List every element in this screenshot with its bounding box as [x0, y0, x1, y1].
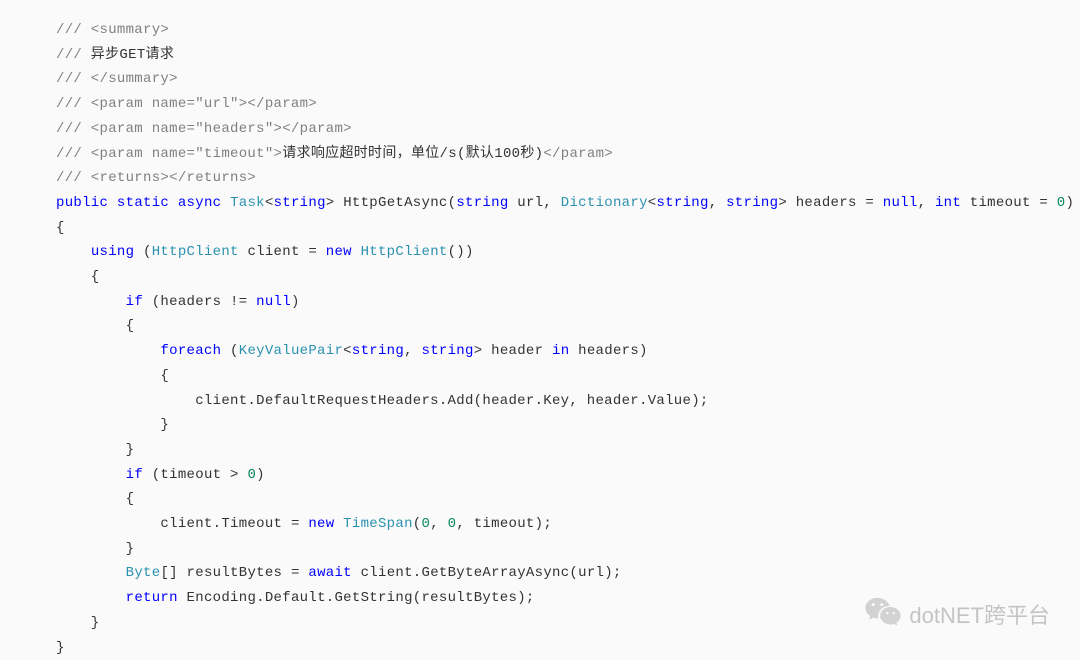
- brace: }: [56, 615, 100, 631]
- brace: }: [56, 442, 134, 458]
- xml-doc-line: /// <returns></returns>: [56, 170, 256, 186]
- expr: client.Timeout =: [160, 516, 308, 532]
- indent: [56, 343, 160, 359]
- paren: ): [1066, 195, 1075, 211]
- xml-doc-line: ///: [56, 47, 82, 63]
- comma: ,: [918, 195, 935, 211]
- num: 0: [448, 516, 457, 532]
- paren: (: [134, 244, 151, 260]
- xml-doc-text: 请求响应超时时间，单位/s(默认100秒): [282, 146, 543, 162]
- kw-await: await: [308, 565, 352, 581]
- num: 0: [422, 516, 431, 532]
- kw-in: in: [552, 343, 569, 359]
- paren: ): [291, 294, 300, 310]
- kw-if: if: [126, 467, 143, 483]
- type-byte: Byte: [126, 565, 161, 581]
- comma: ,: [404, 343, 421, 359]
- var: > header: [474, 343, 552, 359]
- indent: [56, 565, 126, 581]
- var: client =: [239, 244, 326, 260]
- brace: {: [56, 269, 100, 285]
- kw-foreach: foreach: [160, 343, 221, 359]
- expr: , timeout);: [456, 516, 552, 532]
- indent: [56, 590, 126, 606]
- expr: (timeout >: [143, 467, 247, 483]
- lt: <: [343, 343, 352, 359]
- xml-doc-line: /// <summary>: [56, 22, 169, 38]
- param: url,: [509, 195, 561, 211]
- param: > headers =: [778, 195, 882, 211]
- type-string: string: [726, 195, 778, 211]
- type-task: Task: [230, 195, 265, 211]
- kw-static: static: [117, 195, 169, 211]
- kw-public: public: [56, 195, 108, 211]
- brace: {: [56, 368, 169, 384]
- indent: [56, 244, 91, 260]
- type-timespan: TimeSpan: [343, 516, 413, 532]
- stmt: client.DefaultRequestHeaders.Add(header.…: [56, 393, 709, 409]
- indent: [56, 467, 126, 483]
- code-block: /// <summary> /// 异步GET请求 /// </summary>…: [56, 18, 1080, 660]
- type-httpclient: HttpClient: [152, 244, 239, 260]
- comma: ,: [430, 516, 447, 532]
- comma: ,: [709, 195, 726, 211]
- type-string: string: [422, 343, 474, 359]
- expr: Encoding.Default.GetString(resultBytes);: [178, 590, 535, 606]
- brace: {: [56, 318, 134, 334]
- type-string: string: [352, 343, 404, 359]
- kw-if: if: [126, 294, 143, 310]
- kw-null: null: [256, 294, 291, 310]
- brace: }: [56, 417, 169, 433]
- brace: }: [56, 541, 134, 557]
- param: timeout =: [961, 195, 1057, 211]
- num: 0: [247, 467, 256, 483]
- paren: (: [221, 343, 238, 359]
- indent: [56, 516, 160, 532]
- method-name: HttpGetAsync(: [335, 195, 457, 211]
- xml-doc-line: /// <param name="timeout">: [56, 146, 282, 162]
- kw-new: new: [326, 244, 352, 260]
- brace: {: [56, 491, 134, 507]
- space: [334, 516, 343, 532]
- type-kvp: KeyValuePair: [239, 343, 343, 359]
- expr: [] resultBytes =: [160, 565, 308, 581]
- kw-int: int: [935, 195, 961, 211]
- brace: }: [56, 640, 65, 656]
- type-dictionary: Dictionary: [561, 195, 648, 211]
- type-string: string: [274, 195, 326, 211]
- xml-doc-line: /// </summary>: [56, 71, 178, 87]
- kw-new: new: [308, 516, 334, 532]
- brace: {: [56, 220, 65, 236]
- kw-async: async: [178, 195, 222, 211]
- xml-doc-line: /// <param name="headers"></param>: [56, 121, 352, 137]
- var: headers): [569, 343, 647, 359]
- indent: [56, 294, 126, 310]
- space: [352, 244, 361, 260]
- paren: ): [256, 467, 265, 483]
- type-string: string: [656, 195, 708, 211]
- expr: (headers !=: [143, 294, 256, 310]
- xml-doc-line: /// <param name="url"></param>: [56, 96, 317, 112]
- xml-doc-line: </param>: [543, 146, 613, 162]
- expr: client.GetByteArrayAsync(url);: [352, 565, 622, 581]
- xml-doc-text: 异步GET请求: [82, 47, 174, 63]
- kw-return: return: [126, 590, 178, 606]
- paren: ()): [448, 244, 474, 260]
- kw-using: using: [91, 244, 135, 260]
- kw-null: null: [883, 195, 918, 211]
- type-string: string: [456, 195, 508, 211]
- type-httpclient: HttpClient: [361, 244, 448, 260]
- paren: (: [413, 516, 422, 532]
- num: 0: [1057, 195, 1066, 211]
